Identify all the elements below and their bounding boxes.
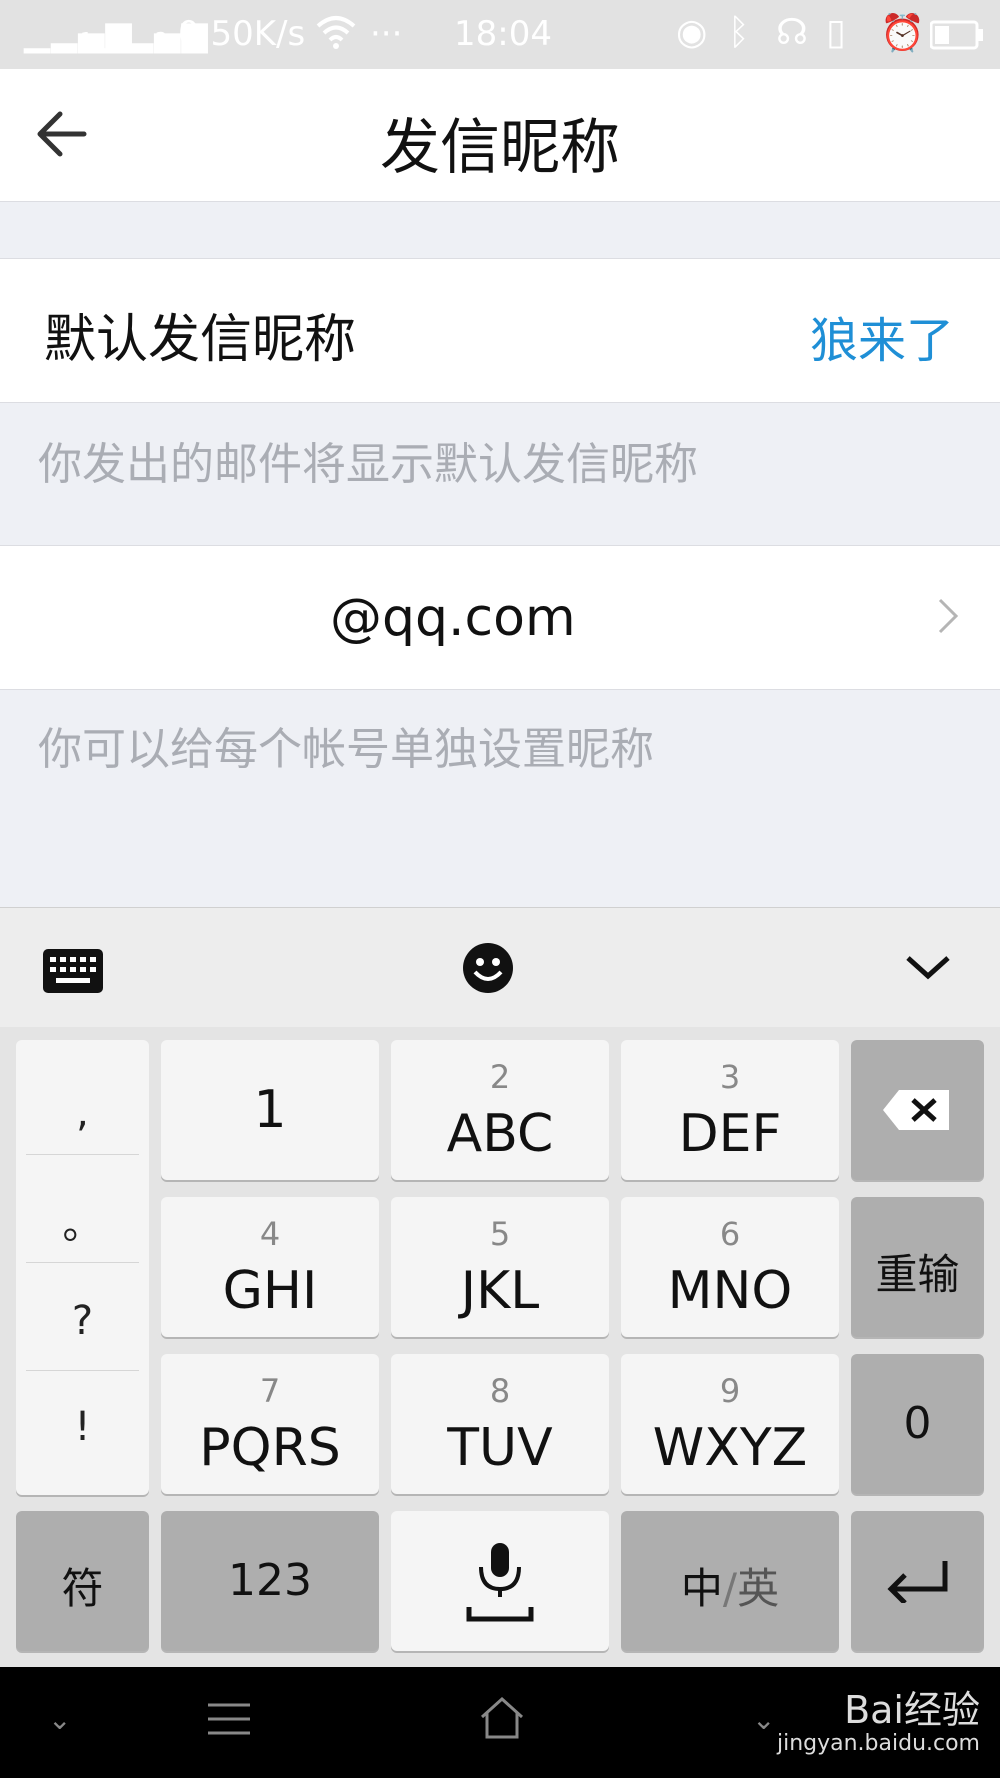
network-speed: 0.50K/s	[178, 14, 306, 54]
headset-icon: ☊	[776, 12, 808, 53]
battery-icon	[929, 20, 984, 54]
symbol-key[interactable]: 符	[16, 1511, 149, 1651]
status-bar: ▁▂▄▆ 1 ▁▂▄▆ 2 0.50K/s ··· 18:04 ◉ ᛒ ☊ ▯ …	[0, 0, 1000, 69]
punct-exclaim-key[interactable]: !	[16, 1404, 149, 1450]
vibrate-icon: ▯	[826, 12, 846, 53]
key-letters: JKL	[460, 1261, 540, 1321]
punct-comma-key[interactable]: ,	[16, 1090, 149, 1136]
divider	[26, 1370, 139, 1371]
key-label: 1	[253, 1080, 287, 1140]
page-title: 发信昵称	[380, 113, 620, 183]
nav-bar: 发信昵称	[0, 69, 1000, 202]
enter-icon	[887, 1561, 948, 1603]
key-3-def[interactable]: 3 DEF	[621, 1040, 839, 1180]
hide-nav-icon[interactable]: ⌄	[48, 1703, 71, 1736]
key-7-pqrs[interactable]: 7 PQRS	[161, 1354, 379, 1494]
chevron-right-icon	[936, 596, 960, 646]
sim1-label: 1	[80, 28, 94, 52]
key-letters: DEF	[678, 1104, 782, 1164]
key-5-jkl[interactable]: 5 JKL	[391, 1197, 609, 1337]
key-0[interactable]: 0	[851, 1354, 984, 1494]
bluetooth-icon: ᛒ	[728, 12, 750, 53]
punct-question-key[interactable]: ?	[16, 1298, 149, 1344]
watermark-url: jingyan.baidu.com	[776, 1730, 980, 1756]
key-label: 重输	[875, 1250, 960, 1299]
reinput-key[interactable]: 重输	[851, 1197, 984, 1337]
watermark-brand: Bai经验	[844, 1688, 980, 1732]
location-icon: ◉	[676, 12, 708, 53]
key-number: 2	[489, 1058, 511, 1096]
account-row[interactable]: @qq.com	[0, 545, 1000, 690]
key-8-tuv[interactable]: 8 TUV	[391, 1354, 609, 1494]
key-label: 123	[228, 1555, 312, 1606]
backspace-icon	[883, 1090, 949, 1130]
clock: 18:04	[454, 14, 552, 54]
alarm-icon: ⏰	[880, 13, 925, 54]
key-label: 符	[61, 1564, 104, 1613]
key-number: 4	[259, 1215, 281, 1253]
keyboard-toolbar	[0, 907, 1000, 1028]
divider	[26, 1262, 139, 1263]
voice-space-key[interactable]	[391, 1511, 609, 1651]
key-letters: GHI	[222, 1261, 318, 1321]
backspace-key[interactable]	[851, 1040, 984, 1180]
lang-switch-label: 中/英	[621, 1555, 839, 1616]
num-123-key[interactable]: 123	[161, 1511, 379, 1651]
key-2-abc[interactable]: 2 ABC	[391, 1040, 609, 1180]
key-number: 5	[489, 1215, 511, 1253]
default-nickname-label: 默认发信昵称	[44, 310, 357, 370]
sim2-label: 2	[155, 28, 169, 52]
key-6-mno[interactable]: 6 MNO	[621, 1197, 839, 1337]
home-icon[interactable]	[478, 1695, 526, 1745]
punctuation-column: , 。 ? !	[16, 1040, 149, 1495]
lang-switch-key[interactable]: 中/英	[621, 1511, 839, 1651]
lang-separator: /	[722, 1564, 738, 1613]
key-letters: ABC	[446, 1104, 554, 1164]
divider	[26, 1154, 139, 1155]
key-4-ghi[interactable]: 4 GHI	[161, 1197, 379, 1337]
collapse-keyboard-icon[interactable]	[904, 954, 952, 986]
account-hint: 你可以给每个帐号单独设置昵称	[38, 724, 654, 775]
keyboard-icon[interactable]	[42, 948, 104, 998]
default-nickname-value: 狼来了	[809, 313, 954, 369]
menu-icon[interactable]	[206, 1701, 252, 1741]
key-letters: WXYZ	[652, 1418, 808, 1478]
key-1[interactable]: 1	[161, 1040, 379, 1180]
emoji-icon[interactable]	[462, 942, 514, 998]
punct-period-key[interactable]: 。	[16, 1192, 149, 1250]
key-number: 6	[719, 1215, 741, 1253]
wifi-icon	[316, 14, 356, 59]
key-letters: MNO	[667, 1261, 793, 1321]
lang-en: 英	[737, 1564, 780, 1613]
key-number: 8	[489, 1372, 511, 1410]
key-number: 7	[259, 1372, 281, 1410]
account-email: @qq.com	[330, 588, 576, 648]
key-letters: PQRS	[199, 1418, 341, 1478]
key-number: 3	[719, 1058, 741, 1096]
key-letters: TUV	[447, 1418, 553, 1478]
lang-zh: 中	[680, 1564, 723, 1613]
key-number: 9	[719, 1372, 741, 1410]
back-nav-icon[interactable]: ⌄	[752, 1703, 775, 1736]
enter-key[interactable]	[851, 1511, 984, 1651]
default-nickname-row[interactable]: 默认发信昵称 狼来了	[0, 258, 1000, 403]
key-label: 0	[903, 1398, 932, 1449]
key-9-wxyz[interactable]: 9 WXYZ	[621, 1354, 839, 1494]
watermark: Bai经验 jingyan.baidu.com	[776, 1688, 980, 1756]
microphone-icon	[466, 1543, 534, 1622]
default-nickname-hint: 你发出的邮件将显示默认发信昵称	[38, 439, 698, 490]
more-icon: ···	[370, 14, 403, 54]
